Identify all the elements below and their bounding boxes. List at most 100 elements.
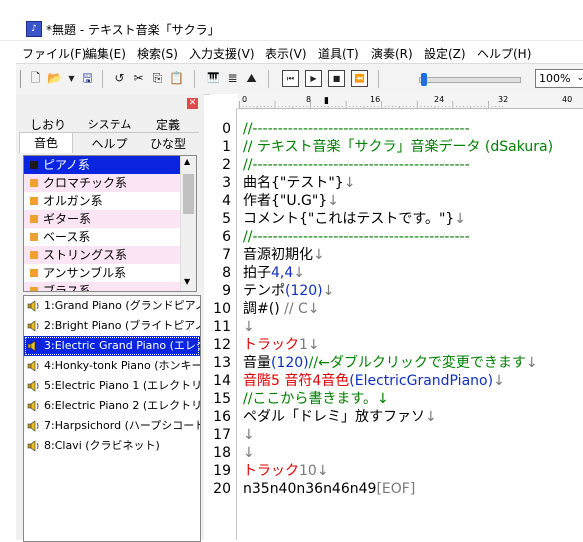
open-folder-icon[interactable]: 📂 [46,70,63,87]
menu-search[interactable]: 検索(S) [137,45,178,62]
scroll-up-icon[interactable]: ▲ [184,157,190,166]
toolbar-separator [194,70,195,88]
code-line[interactable]: コメント{"これはテストです。"}↓ [243,210,466,228]
line-number: 19 [213,463,231,479]
instrument-item[interactable]: 6:Electric Piano 2 (エレクトリッ [24,396,200,416]
picture-icon[interactable]: ⛰ [243,70,260,87]
slider-thumb[interactable] [421,73,427,86]
menu-tools[interactable]: 道具(T) [318,45,359,62]
cut-icon[interactable]: ✂ [130,70,147,87]
code-token: n35n40n36n46n49 [243,481,377,497]
code-line[interactable]: 曲名{"テスト"}↓ [243,174,355,192]
new-file-icon[interactable]: 🗋 [27,70,44,87]
undo-icon[interactable]: ↺ [111,70,128,87]
category-item[interactable]: オルガン系 [24,192,181,210]
close-icon[interactable]: ✕ [187,98,198,109]
scroll-thumb[interactable] [183,174,194,214]
menu-play[interactable]: 演奏(R) [371,45,413,62]
save-icon[interactable]: 🖫 [79,70,96,87]
line-number: 7 [222,247,231,263]
code-line[interactable]: ↓ [243,318,255,336]
line-number: 20 [213,481,231,497]
code-line[interactable]: 音源初期化↓ [243,246,325,264]
code-token: 拍子 [243,265,271,281]
column-ruler: 0 8 16 24 32 40 |....,....|....,....|...… [238,94,583,109]
code-token: ↓ [525,355,538,371]
line-number: 1 [222,139,231,155]
menu-file[interactable]: ファイル(F) [22,45,86,62]
edit-list-icon[interactable]: ≣ [224,70,241,87]
code-line[interactable]: トラック10↓ [243,462,329,480]
tab-bookmarks[interactable]: しおり [23,116,73,133]
scroll-down-icon[interactable]: ▼ [184,277,190,286]
code-line[interactable]: //--------------------------------------… [243,156,470,174]
menu-view[interactable]: 表示(V) [265,45,307,62]
code-line[interactable]: トラック1↓ [243,336,320,354]
copy-icon[interactable]: ⎘ [149,70,166,87]
code-line[interactable]: 音階5 音符4音色(ElectricGrandPiano)↓ [243,372,505,390]
keyboard-icon[interactable]: 🎹 [205,70,222,87]
code-line[interactable]: 作者{"U.G"}↓ [243,192,339,210]
code-line[interactable]: ↓ [243,426,255,444]
code-line[interactable]: n35n40n36n46n49[EOF] [243,480,415,498]
code-token: [EOF] [376,481,416,497]
zoom-select[interactable]: 100% ⌄ [535,69,583,88]
category-item[interactable]: ピアノ系 [24,156,181,174]
tab-voices[interactable]: 音色 [19,132,73,153]
speaker-icon [27,299,41,313]
instrument-item-selected[interactable]: 3:Electric Grand Piano (エレク [24,336,200,356]
category-item[interactable]: ブラス系 [24,282,181,291]
instrument-item[interactable]: 1:Grand Piano (グランドピアノ) [24,296,200,316]
stop-icon[interactable]: ■ [328,70,345,87]
category-item[interactable]: クロマチック系 [24,174,181,192]
code-line[interactable]: テンポ(120)↓ [243,282,334,300]
category-item[interactable]: アンサンブル系 [24,264,181,282]
code-token: ↓ [313,247,325,263]
code-line[interactable]: 拍子4,4↓ [243,264,305,282]
code-token: ↓ [425,409,437,425]
line-number: 18 [213,445,231,461]
playback-position-slider[interactable] [419,73,521,86]
instrument-list[interactable]: 1:Grand Piano (グランドピアノ) 2:Bright Piano (… [23,295,201,542]
code-token: //←ダブルクリックで変更できます [308,355,526,371]
category-item[interactable]: ベース系 [24,228,181,246]
play-from-start-icon[interactable]: ⏮ [282,70,299,87]
voice-category-list[interactable]: ピアノ系 クロマチック系 オルガン系 ギター系 ベース系 ストリングス系 アンサ… [23,155,197,292]
tab-templates[interactable]: ひな型 [143,135,193,152]
toolbar-separator [378,70,379,88]
instrument-item[interactable]: 5:Electric Piano 1 (エレクトリッ [24,376,200,396]
rewind-icon[interactable]: ⏪ [351,70,368,87]
code-line[interactable]: //ここから書きます。↓ [243,390,389,408]
category-item[interactable]: ギター系 [24,210,181,228]
instrument-item[interactable]: 4:Honky-tonk Piano (ホンキー [24,356,200,376]
category-scrollbar[interactable]: ▲ ▼ [180,156,196,291]
code-line[interactable]: //--------------------------------------… [243,120,470,138]
code-line[interactable]: ペダル「ドレミ」放すファソ↓ [243,408,437,426]
instrument-item[interactable]: 8:Clavi (クラビネット) [24,436,200,456]
code-token: テンポ [243,283,285,299]
paste-icon[interactable]: 📋 [168,70,185,87]
play-icon[interactable]: ▶ [305,70,322,87]
code-line[interactable]: 音量(120)//←ダブルクリックで変更できます↓ [243,354,538,372]
code-token: //--------------------------------------… [243,121,470,137]
text-editor[interactable]: 0 8 16 24 32 40 |....,....|....,....|...… [210,94,583,540]
menu-settings[interactable]: 設定(Z) [424,45,466,62]
code-line[interactable]: ↓ [243,444,255,462]
category-item[interactable]: ストリングス系 [24,246,181,264]
menu-edit[interactable]: 編集(E) [85,45,126,62]
instrument-item[interactable]: 2:Bright Piano (ブライトピアノ) [24,316,200,336]
tab-definitions[interactable]: 定義 [143,116,193,133]
menu-help[interactable]: ヘルプ(H) [477,45,531,62]
code-token: ↓ [327,193,339,209]
tab-help[interactable]: ヘルプ [82,135,137,152]
code-line[interactable]: 調#() // C↓ [243,300,320,318]
line-number: 8 [222,265,231,281]
open-dropdown-icon[interactable]: ▼ [63,70,80,87]
code-line[interactable]: //--------------------------------------… [243,228,470,246]
zoom-value: 100% [539,72,571,85]
code-line[interactable]: // テキスト音楽「サクラ」音楽データ (dSakura) [243,138,553,156]
tab-system[interactable]: システム [82,116,137,132]
menu-input-assist[interactable]: 入力支援(V) [189,45,255,62]
instrument-item[interactable]: 7:Harpsichord (ハープシコード [24,416,200,436]
ruler-cursor-marker: ▮ [324,96,329,106]
